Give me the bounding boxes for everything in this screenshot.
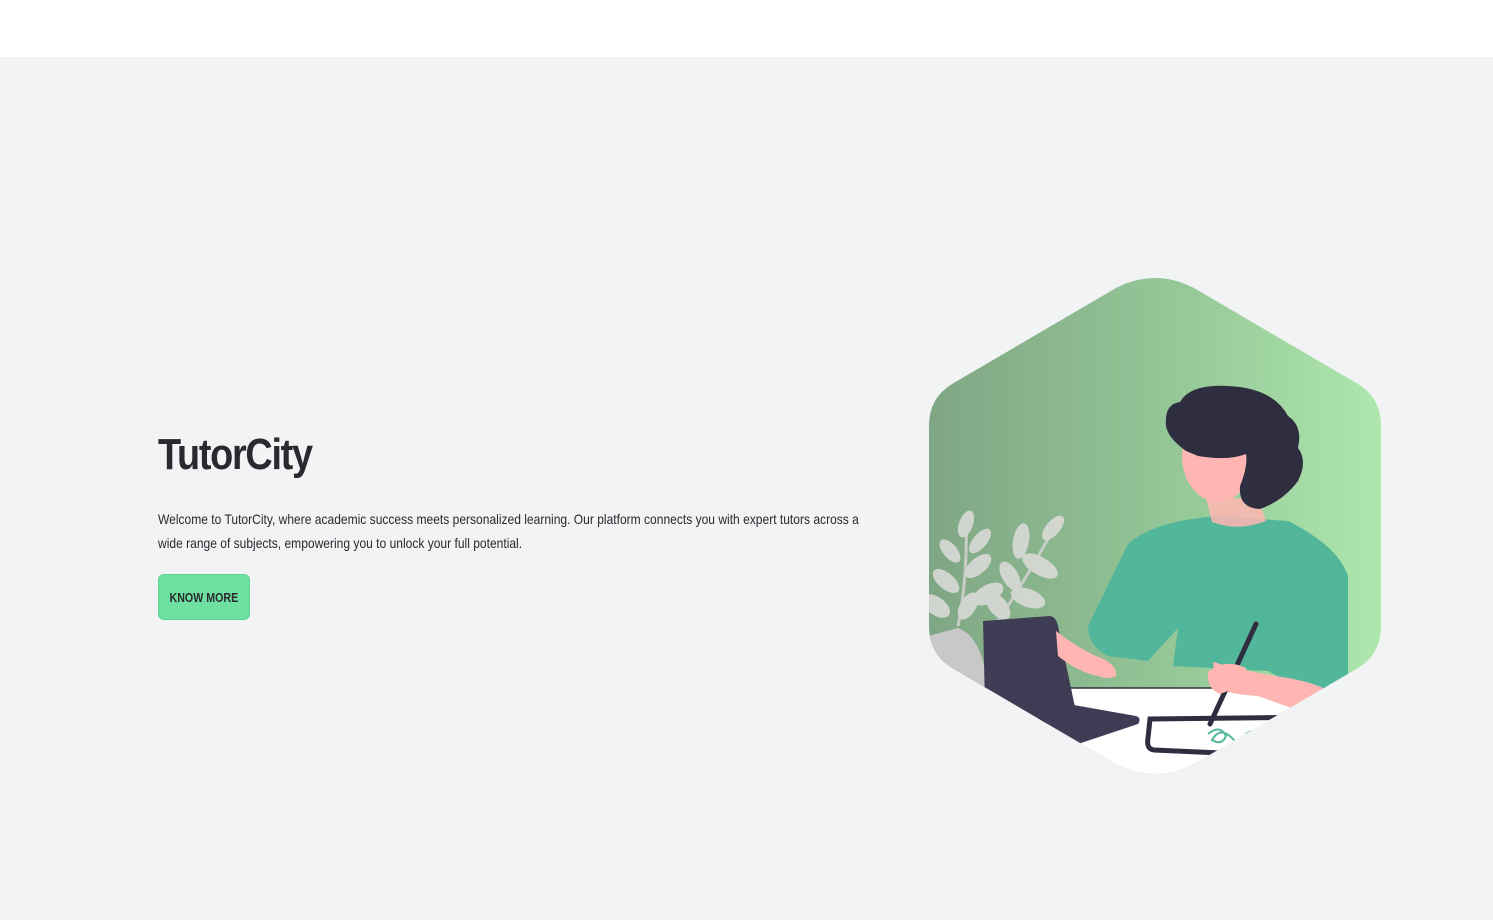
hero-section: TutorCity Welcome to TutorCity, where ac…: [0, 57, 1493, 920]
hero-title: TutorCity: [158, 430, 313, 479]
tablet-icon: [1145, 714, 1341, 760]
hero-description: Welcome to TutorCity, where academic suc…: [158, 511, 859, 551]
top-navigation-bar: [0, 0, 1493, 57]
person-writing-on-tablet-illustration: [929, 278, 1381, 774]
know-more-button-label: KNOW MORE: [169, 589, 239, 605]
hero-text-block: TutorCity Welcome to TutorCity, where ac…: [158, 429, 878, 555]
know-more-button[interactable]: KNOW MORE: [158, 574, 250, 620]
